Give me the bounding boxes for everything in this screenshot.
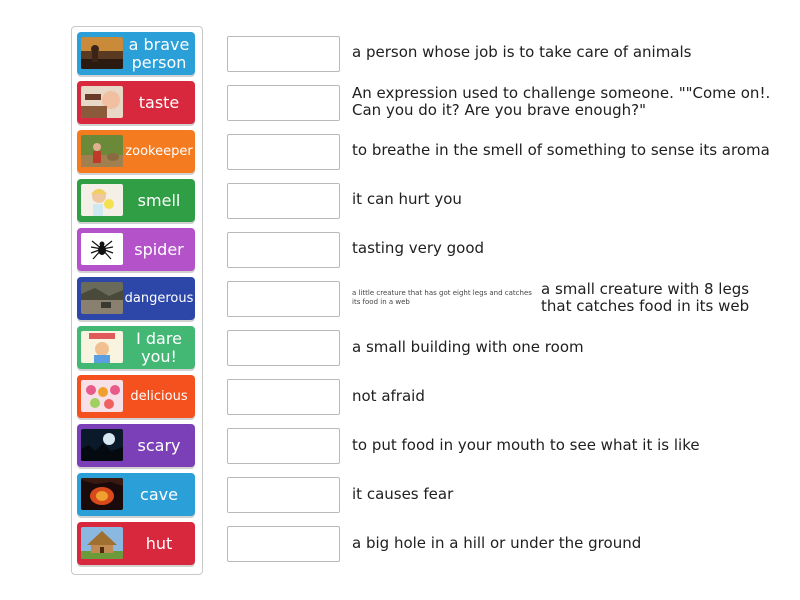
tile-delicious[interactable]: delicious (77, 375, 195, 418)
tile-a-brave-person[interactable]: a brave person (77, 32, 195, 75)
tile-label: dangerous (124, 290, 194, 306)
tile-hut[interactable]: hut (77, 522, 195, 565)
smell-photo (81, 184, 123, 216)
definition-7: a small building with one room (352, 338, 584, 356)
definition-2: An expression used to challenge someone.… (352, 84, 771, 119)
tile-label: a brave person (128, 34, 190, 72)
dangerous-photo (81, 282, 123, 314)
tile-label: zookeeper (125, 143, 193, 159)
definition-10: it causes fear (352, 485, 454, 503)
tile-dangerous[interactable]: dangerous (77, 277, 195, 320)
tile-label: hut (145, 533, 173, 553)
drop-target-3[interactable] (227, 134, 340, 170)
drop-target-11[interactable] (227, 526, 340, 562)
tile-label: scary (137, 435, 181, 455)
drop-target-1[interactable] (227, 36, 340, 72)
tile-cave[interactable]: cave (77, 473, 195, 516)
drop-target-2[interactable] (227, 85, 340, 121)
cave-photo (81, 478, 123, 510)
tile-label: spider (134, 239, 184, 259)
tile-label: taste (138, 92, 180, 112)
drop-target-7[interactable] (227, 330, 340, 366)
drop-target-5[interactable] (227, 232, 340, 268)
delicious-photo (81, 380, 123, 412)
tile-label: I dare you! (136, 328, 182, 366)
tile-taste[interactable]: taste (77, 81, 195, 124)
drop-target-4[interactable] (227, 183, 340, 219)
tile-smell[interactable]: smell (77, 179, 195, 222)
word-bank: a brave person taste zookeeper smell spi… (71, 26, 203, 575)
tile-spider[interactable]: spider (77, 228, 195, 271)
tile-label: delicious (130, 388, 188, 404)
definition-6-image: a little creature that has got eight leg… (352, 289, 532, 319)
drop-target-8[interactable] (227, 379, 340, 415)
tile-label: cave (140, 484, 178, 504)
definition-1: a person whose job is to take care of an… (352, 43, 692, 61)
drop-target-10[interactable] (227, 477, 340, 513)
hut-photo (81, 527, 123, 559)
tile-zookeeper[interactable]: zookeeper (77, 130, 195, 173)
definition-4: it can hurt you (352, 190, 462, 208)
definition-5: tasting very good (352, 239, 485, 257)
definition-9: to put food in your mouth to see what it… (352, 436, 700, 454)
drop-target-6[interactable] (227, 281, 340, 317)
definition-11: a big hole in a hill or under the ground (352, 534, 642, 552)
drop-target-9[interactable] (227, 428, 340, 464)
definition-6: a small creature with 8 legs that catche… (541, 280, 750, 315)
scary-photo (81, 429, 123, 461)
tile-i-dare-you[interactable]: I dare you! (77, 326, 195, 369)
zookeeper-photo (81, 135, 123, 167)
brave-person-photo (81, 37, 123, 69)
dare-book-cover (81, 331, 123, 363)
tile-scary[interactable]: scary (77, 424, 195, 467)
definition-8: not afraid (352, 387, 425, 405)
definition-3: to breathe in the smell of something to … (352, 141, 770, 159)
spider-icon (81, 233, 123, 265)
taste-photo (81, 86, 123, 118)
tile-label: smell (137, 190, 181, 210)
